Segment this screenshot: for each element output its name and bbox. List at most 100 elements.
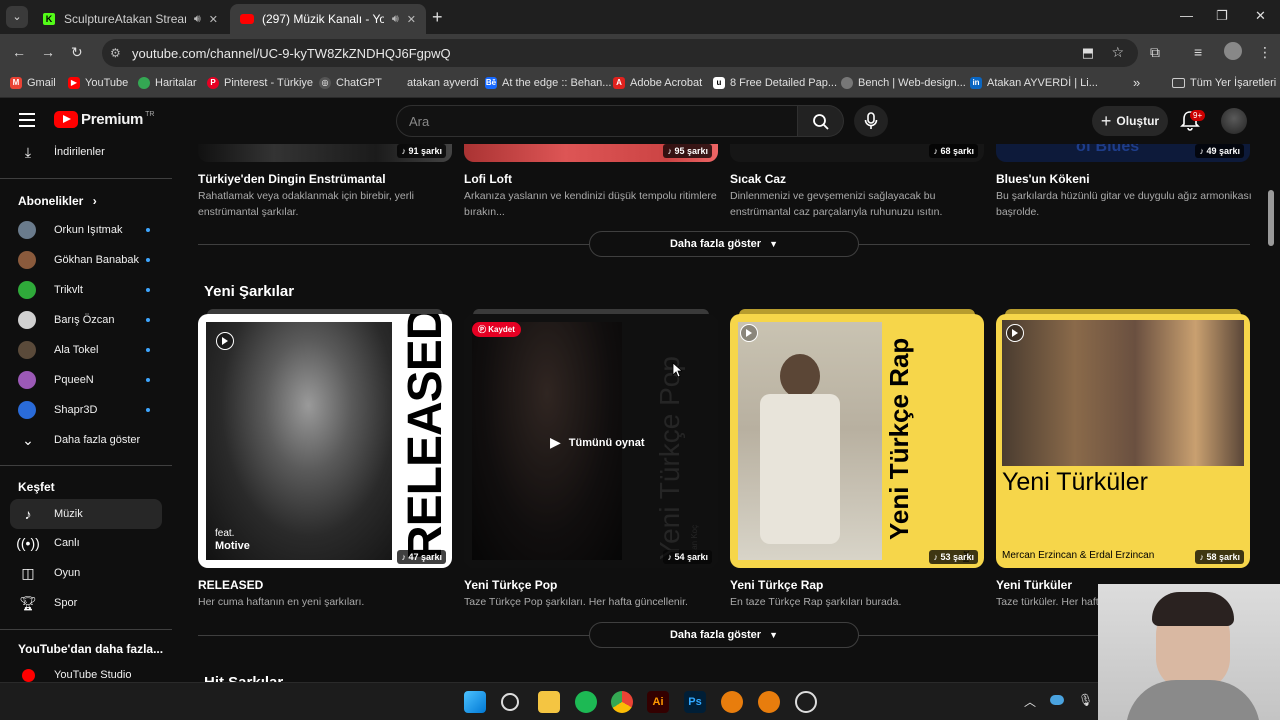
youtube-favicon-icon xyxy=(240,12,254,26)
speaker-icon[interactable]: 🔊︎ xyxy=(194,13,201,26)
hamburger-menu-icon[interactable] xyxy=(19,113,35,127)
thumbnail-text: of Blues xyxy=(1076,144,1140,155)
restore-icon[interactable]: ❐ xyxy=(1216,8,1228,24)
playlist-thumbnail[interactable]: of Blues ♪ 49 şarkı xyxy=(996,144,1250,162)
bookmark-chatgpt[interactable]: ◎ ChatGPT xyxy=(319,77,382,89)
forward-icon[interactable]: → xyxy=(41,44,55,60)
playlist-card-yeni-turkce-pop[interactable]: Yeni Türkçe Pop Ozan Koç ▶ Tümünü oynat Ⓟ… xyxy=(464,314,718,568)
youtube-premium-logo[interactable]: Premium TR xyxy=(54,111,154,128)
playlist-card-yeni-turkuler[interactable]: Yeni Türküler Mercan Erzincan & Erdal Er… xyxy=(996,314,1250,568)
sidebar-sub-ala[interactable]: Ala Tokel xyxy=(10,335,162,365)
sidebar-sub-orkun[interactable]: Orkun Işıtmak xyxy=(10,215,162,245)
search-icon[interactable] xyxy=(501,693,519,711)
bookmark-star-icon[interactable]: ☆ xyxy=(1111,44,1124,61)
sidebar-item-music[interactable]: ♪ Müzik xyxy=(10,499,162,529)
install-app-icon[interactable]: ⬒ xyxy=(1082,45,1094,61)
close-window-icon[interactable]: ✕ xyxy=(1255,8,1266,24)
sidebar-sub-gokhan[interactable]: Gökhan Banabak xyxy=(10,245,162,275)
bookmark-pinterest[interactable]: P Pinterest - Türkiye xyxy=(207,77,313,89)
playlist-card-released[interactable]: RELEASED feat. Motive ♪ 47 şarkı xyxy=(198,314,452,568)
play-all-button[interactable]: ▶ Tümünü oynat xyxy=(550,434,645,451)
playlist-title[interactable]: RELEASED xyxy=(198,578,263,592)
playlist-title[interactable]: Yeni Türkçe Pop xyxy=(464,578,557,592)
url-text[interactable]: youtube.com/channel/UC-9-kyTW8ZkZNDHQJ6F… xyxy=(132,46,451,61)
sidebar-sub-trikvlt[interactable]: Trikvlt xyxy=(10,275,162,305)
windows-start-icon[interactable] xyxy=(464,691,486,713)
streamer-hair xyxy=(1152,592,1234,626)
close-tab-icon[interactable]: ✕ xyxy=(407,13,416,26)
reload-icon[interactable]: ↻ xyxy=(71,44,83,61)
bookmark-atakan[interactable]: atakan ayverdi xyxy=(407,77,479,89)
playlist-title[interactable]: Yeni Türkçe Rap xyxy=(730,578,823,592)
playlist-thumbnail[interactable]: ♪ 95 şarkı xyxy=(464,144,718,162)
playlist-thumbnail[interactable]: ♪ 91 şarkı xyxy=(198,144,452,162)
bookmark-bench[interactable]: Bench | Web-design... xyxy=(841,77,966,89)
play-circle-icon[interactable] xyxy=(1006,324,1024,342)
bookmark-youtube[interactable]: ▶ YouTube xyxy=(68,77,128,89)
show-more-button[interactable]: Daha fazla göster ▼ xyxy=(589,231,859,257)
new-tab-icon[interactable]: + xyxy=(432,7,443,28)
browser-tab-2[interactable]: (297) Müzik Kanalı - YouTu 🔊︎ ✕ xyxy=(230,4,426,34)
tray-chevron-up-icon[interactable]: ︿ xyxy=(1024,693,1036,710)
site-info-icon[interactable]: ⚙︎ xyxy=(110,46,121,60)
bookmark-gmail[interactable]: M Gmail xyxy=(10,77,56,89)
playlist-card-yeni-turkce-rap[interactable]: Yeni Türkçe Rap het ♪ 53 şarkı xyxy=(730,314,984,568)
browser-tab-1[interactable]: K SculptureAtakan Stream - V 🔊︎ ✕ xyxy=(32,4,228,34)
search-button[interactable] xyxy=(798,105,844,137)
play-circle-icon[interactable] xyxy=(216,332,234,350)
sidebar-sub-shapr3d[interactable]: Shapr3D xyxy=(10,395,162,425)
sidebar-show-more[interactable]: ⌄ Daha fazla göster xyxy=(10,425,162,455)
playlist-description: Taze türküler. Her haft xyxy=(996,596,1099,608)
blender-icon[interactable] xyxy=(721,691,743,713)
browser-menu-icon[interactable]: ⋮ xyxy=(1258,44,1272,61)
playlist-title[interactable]: Yeni Türküler xyxy=(996,578,1072,592)
pinterest-save-button[interactable]: Ⓟ Kaydet xyxy=(472,322,521,337)
bookmark-paper[interactable]: u8 Free Detailed Pap... xyxy=(713,77,837,89)
minimize-icon[interactable]: — xyxy=(1180,8,1193,23)
search-input[interactable]: Ara xyxy=(396,105,798,137)
bookmarks-overflow-icon[interactable]: » xyxy=(1133,75,1140,90)
playlist-title[interactable]: Blues'un Kökeni xyxy=(996,172,1090,186)
sidebar-item-sports[interactable]: 🏆︎ Spor xyxy=(10,588,162,618)
reading-list-icon[interactable]: ≡ xyxy=(1194,44,1202,60)
all-bookmarks-folder[interactable]: Tüm Yer İşaretleri xyxy=(1172,77,1276,89)
illustrator-icon[interactable]: Ai xyxy=(647,691,669,713)
chrome-icon[interactable] xyxy=(611,691,633,713)
close-tab-icon[interactable]: ✕ xyxy=(209,13,218,26)
profile-avatar[interactable] xyxy=(1224,42,1242,60)
sidebar-item-live[interactable]: ((•)) Canlı xyxy=(10,528,162,558)
extensions-icon[interactable]: ⧉ xyxy=(1150,44,1160,61)
voice-search-button[interactable] xyxy=(854,105,888,137)
sidebar-sub-baris[interactable]: Barış Özcan xyxy=(10,305,162,335)
playlist-title[interactable]: Sıcak Caz xyxy=(730,172,786,186)
photoshop-icon[interactable]: Ps xyxy=(684,691,706,713)
subscriptions-heading[interactable]: Abonelikler › xyxy=(18,194,97,208)
back-icon[interactable]: ← xyxy=(12,44,26,60)
trophy-icon: 🏆︎ xyxy=(19,594,37,611)
country-code: TR xyxy=(145,111,155,118)
microphone-icon[interactable]: 🎙︎ xyxy=(1078,693,1093,707)
sidebar-sub-pqueen[interactable]: PqueeN xyxy=(10,365,162,395)
playlist-title[interactable]: Türkiye'den Dingin Enstrümantal xyxy=(198,172,386,186)
account-avatar[interactable] xyxy=(1221,108,1247,134)
bookmark-maps[interactable]: Haritalar xyxy=(138,77,197,89)
sidebar-item-gaming[interactable]: ◫ Oyun xyxy=(10,558,162,588)
create-button[interactable]: + Oluştur xyxy=(1092,106,1168,136)
bookmark-linkedin[interactable]: in Atakan AYVERDİ | Li... xyxy=(970,77,1098,89)
onedrive-icon[interactable] xyxy=(1050,695,1064,705)
playlist-title[interactable]: Lofi Loft xyxy=(464,172,512,186)
playlist-thumbnail[interactable]: ♪ 68 şarkı xyxy=(730,144,984,162)
tab-search-button[interactable]: ⌄ xyxy=(6,6,28,28)
page-scrollbar-thumb[interactable] xyxy=(1268,190,1274,246)
app-icon[interactable] xyxy=(795,691,817,713)
play-circle-icon[interactable] xyxy=(740,324,758,342)
bookmark-behance[interactable]: Bē At the edge :: Behan... xyxy=(485,77,611,89)
show-more-button[interactable]: Daha fazla göster ▼ xyxy=(589,622,859,648)
pinterest-icon: P xyxy=(207,77,219,89)
spotify-icon[interactable] xyxy=(575,691,597,713)
omnibox[interactable]: ⚙︎ youtube.com/channel/UC-9-kyTW8ZkZNDHQ… xyxy=(102,39,1138,67)
file-explorer-icon[interactable] xyxy=(538,691,560,713)
blender-icon[interactable] xyxy=(758,691,780,713)
speaker-icon[interactable]: 🔊︎ xyxy=(392,13,399,26)
bookmark-acrobat[interactable]: A Adobe Acrobat xyxy=(613,77,702,89)
